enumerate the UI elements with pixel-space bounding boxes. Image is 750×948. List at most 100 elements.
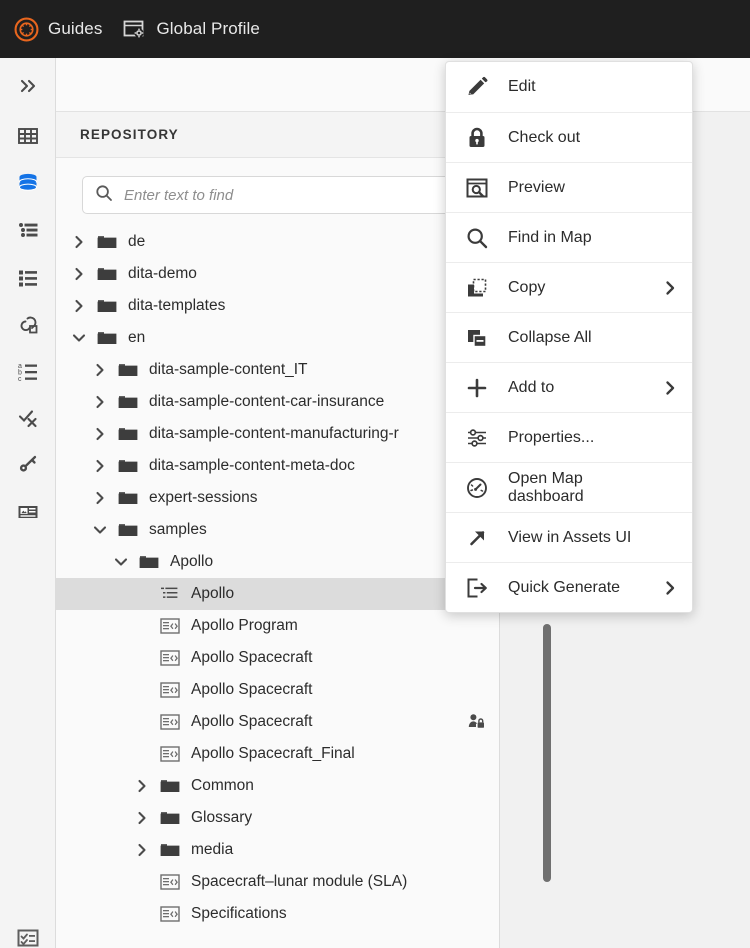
submenu-chevron-right-icon	[662, 580, 678, 596]
folder-icon	[159, 841, 181, 859]
menu-item-view-in-assets-ui[interactable]: View in Assets UI	[446, 512, 692, 562]
chevron-right-icon[interactable]	[133, 809, 151, 827]
global-profile-button[interactable]: Global Profile	[122, 19, 260, 39]
tree-row-label: de	[128, 233, 146, 250]
rail-item-references[interactable]	[0, 304, 56, 344]
id-card-icon	[16, 500, 40, 524]
tree-row-label: media	[191, 841, 234, 858]
tree-row[interactable]: Apollo Spacecraft	[56, 674, 499, 706]
chevron-down-icon[interactable]	[70, 329, 88, 347]
guides-brand[interactable]: Guides	[14, 17, 102, 42]
context-menu[interactable]: Edit Check out Preview Find in Map Copy Colla…	[445, 61, 693, 613]
tree-row-label: Apollo Spacecraft	[191, 649, 313, 666]
menu-item-properties[interactable]: Properties...	[446, 412, 692, 462]
chevron-right-icon[interactable]	[91, 457, 109, 475]
tree-row[interactable]: de	[56, 226, 499, 258]
chevron-right-icon[interactable]	[70, 297, 88, 315]
menu-item-collapse-all[interactable]: Collapse All	[446, 312, 692, 362]
tree-row-label: Apollo	[191, 585, 235, 602]
menu-item-label: Find in Map	[508, 228, 592, 246]
tree-row[interactable]: Spacecraft–lunar module (SLA)	[56, 866, 499, 898]
rail-item-metadata[interactable]	[0, 492, 56, 532]
menu-item-open-map-dashboard[interactable]: Open Map dashboard	[446, 462, 692, 512]
tree-row[interactable]: Apollo	[56, 546, 499, 578]
tree-row[interactable]: Apollo	[56, 578, 499, 610]
preview-window-icon	[462, 176, 492, 200]
chevron-right-icon[interactable]	[133, 777, 151, 795]
chevron-right-icon[interactable]	[91, 489, 109, 507]
search-input[interactable]	[124, 186, 464, 204]
rail-item-checklist[interactable]	[0, 918, 56, 948]
expand-rail[interactable]	[0, 66, 56, 106]
menu-item-copy[interactable]: Copy	[446, 262, 692, 312]
tree-row[interactable]: Apollo Spacecraft	[56, 706, 499, 738]
rail-item-outline[interactable]	[0, 210, 56, 250]
menu-item-label: Edit	[508, 78, 536, 95]
tree-row[interactable]: en	[56, 322, 499, 354]
tree-row[interactable]: Glossary	[56, 802, 499, 834]
rail-item-conditions[interactable]: a b c	[0, 351, 56, 391]
tree-row[interactable]: dita-demo	[56, 258, 499, 290]
rail-item-keys[interactable]	[0, 445, 56, 485]
menu-item-check-out[interactable]: Check out	[446, 112, 692, 162]
tree-row[interactable]: Apollo Program	[56, 610, 499, 642]
key-icon	[16, 453, 40, 477]
repository-header: REPOSITORY	[56, 112, 499, 158]
menu-item-find-in-map[interactable]: Find in Map	[446, 212, 692, 262]
chevron-right-icon[interactable]	[91, 393, 109, 411]
tree-row-label: dita-sample-content-manufacturing-r	[149, 425, 399, 442]
menu-item-add-to[interactable]: Add to	[446, 362, 692, 412]
rail-item-repository[interactable]	[0, 163, 56, 203]
folder-icon	[117, 393, 139, 411]
search-box[interactable]	[82, 176, 477, 214]
tree-row-label: dita-templates	[128, 297, 226, 314]
tree-row[interactable]: Apollo Spacecraft_Final	[56, 738, 499, 770]
tree-row-label: dita-sample-content-meta-doc	[149, 457, 355, 474]
tree-row[interactable]: dita-templates	[56, 290, 499, 322]
chevron-right-icon[interactable]	[133, 841, 151, 859]
search-icon	[462, 226, 492, 250]
chevron-down-icon[interactable]	[91, 521, 109, 539]
tree-row-label: Common	[191, 777, 254, 794]
menu-item-preview[interactable]: Preview	[446, 162, 692, 212]
tree-row[interactable]: media	[56, 834, 499, 866]
twisty-placeholder	[133, 873, 151, 891]
abc-list-icon: a b c	[16, 359, 40, 383]
folder-icon	[96, 265, 118, 283]
chevron-right-icon[interactable]	[70, 265, 88, 283]
rail-item-review[interactable]	[0, 398, 56, 438]
repository-tree[interactable]: de dita-demo dita-templates en dita-sample-c…	[56, 226, 499, 948]
link-references-icon	[16, 312, 40, 336]
menu-item-edit[interactable]: Edit	[446, 62, 692, 112]
guides-brand-label: Guides	[48, 19, 103, 38]
tree-row[interactable]: Common	[56, 770, 499, 802]
chevron-down-icon[interactable]	[112, 553, 130, 571]
tree-row-label: dita-demo	[128, 265, 197, 282]
tree-row[interactable]: Apollo Spacecraft	[56, 642, 499, 674]
tree-row[interactable]: dita-sample-content_IT	[56, 354, 499, 386]
chevron-right-icon[interactable]	[91, 425, 109, 443]
folder-icon	[96, 233, 118, 251]
tree-row[interactable]: expert-sessions	[56, 482, 499, 514]
collapse-all-icon	[462, 326, 492, 350]
folder-icon	[117, 361, 139, 379]
rail-item-list[interactable]	[0, 257, 56, 297]
folder-icon	[138, 553, 160, 571]
tree-row[interactable]: samples	[56, 514, 499, 546]
tree-row-label: Glossary	[191, 809, 253, 826]
dita-topic-icon	[159, 649, 181, 667]
tree-row[interactable]: Specifications	[56, 898, 499, 930]
tree-scrollbar-thumb[interactable]	[543, 624, 551, 882]
tree-row[interactable]: dita-sample-content-meta-doc	[56, 450, 499, 482]
tree-row[interactable]: dita-sample-content-car-insurance	[56, 386, 499, 418]
tree-row-label: dita-sample-content_IT	[149, 361, 308, 378]
copy-icon	[462, 276, 492, 300]
checklist-icon	[16, 926, 40, 948]
tree-row-label: Apollo Spacecraft	[191, 713, 313, 730]
chevron-right-icon[interactable]	[91, 361, 109, 379]
menu-item-label: Preview	[508, 178, 565, 196]
chevron-right-icon[interactable]	[70, 233, 88, 251]
menu-item-quick-generate[interactable]: Quick Generate	[446, 562, 692, 612]
tree-row[interactable]: dita-sample-content-manufacturing-r	[56, 418, 499, 450]
rail-item-grid[interactable]	[0, 116, 56, 156]
